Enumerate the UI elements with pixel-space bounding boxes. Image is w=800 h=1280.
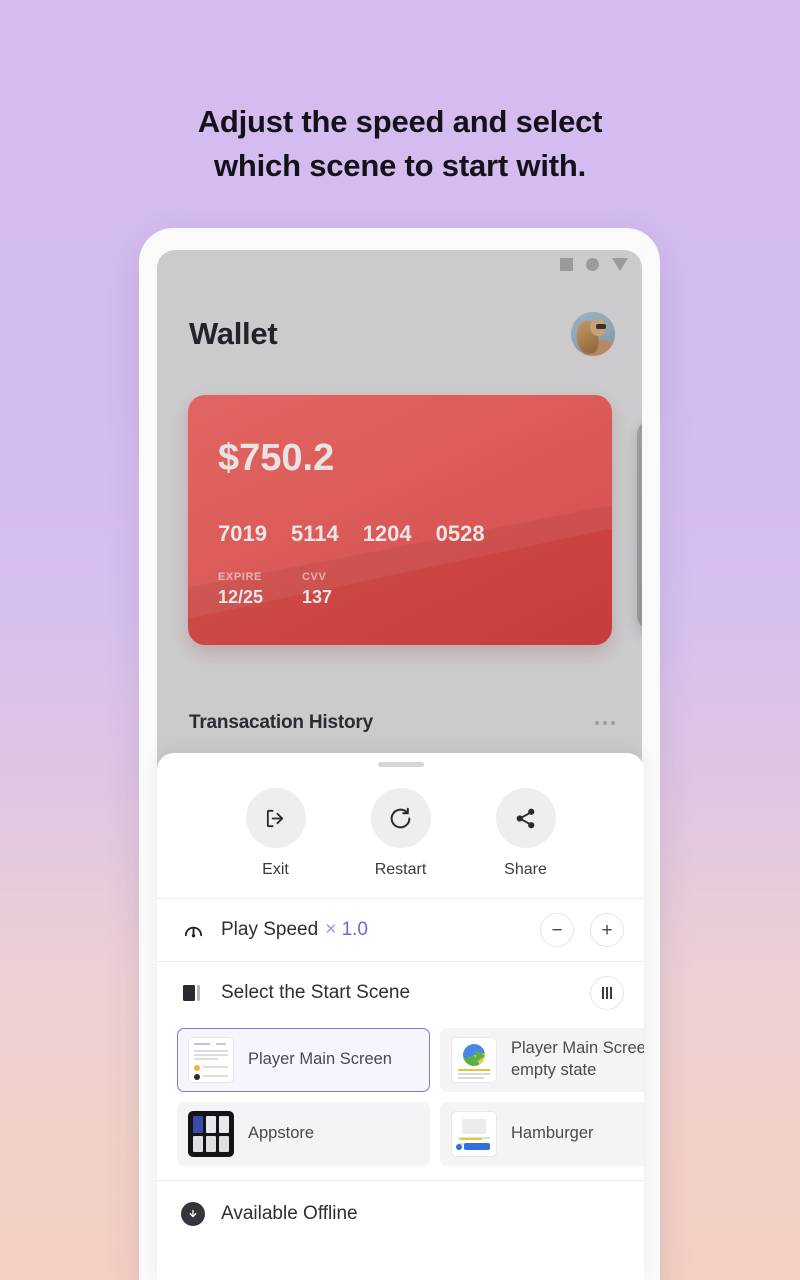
speedometer-icon bbox=[177, 919, 209, 942]
card-expire: EXPIRE 12/25 bbox=[218, 571, 278, 608]
restart-button-label: Restart bbox=[374, 861, 427, 878]
scene-card-hamburger[interactable]: Hamburger bbox=[440, 1102, 644, 1166]
appstore-grid-thumb bbox=[188, 1111, 234, 1157]
play-speed-label: Play Speed bbox=[221, 919, 319, 940]
circle-icon bbox=[586, 258, 599, 271]
card-expire-label: EXPIRE bbox=[218, 571, 262, 583]
square-icon bbox=[560, 258, 573, 271]
select-start-scene-row: Select the Start Scene bbox=[157, 961, 644, 1024]
scene-card-label: Hamburger bbox=[511, 1124, 594, 1143]
sheet-grabber[interactable] bbox=[377, 762, 424, 767]
triangle-icon bbox=[612, 258, 628, 271]
card-cvv-label: CVV bbox=[302, 571, 327, 583]
status-bar bbox=[560, 258, 628, 271]
columns-icon[interactable] bbox=[590, 976, 624, 1010]
scene-card-label: Player Main Screen bbox=[248, 1050, 392, 1069]
available-offline-label: Available Offline bbox=[221, 1202, 358, 1224]
bottom-sheet: Exit Restart Share Play Speed × 1.0 − + … bbox=[157, 753, 644, 1280]
exit-icon bbox=[245, 788, 306, 848]
restart-button[interactable]: Restart bbox=[358, 788, 444, 879]
card-balance: $750.2 bbox=[218, 437, 335, 479]
document-thumb bbox=[188, 1037, 234, 1083]
hamburger-thumb bbox=[451, 1111, 497, 1157]
share-button-label: Share bbox=[504, 861, 547, 878]
card-carousel: $750.2 7019 5114 1204 0528 EXPIRE 12/25 … bbox=[157, 395, 642, 660]
credit-card-primary[interactable]: $750.2 7019 5114 1204 0528 EXPIRE 12/25 … bbox=[188, 395, 612, 645]
card-cvv-value: 137 bbox=[302, 587, 333, 607]
scene-card-label: Player Main Screen empty state bbox=[511, 1039, 644, 1079]
page-title-line-1: Adjust the speed and select bbox=[197, 104, 603, 139]
scene-card-player-main-screen[interactable]: Player Main Screen bbox=[177, 1028, 430, 1092]
exit-button[interactable]: Exit bbox=[233, 788, 319, 879]
transaction-history-header: Transacation History bbox=[189, 712, 615, 734]
card-number: 7019 5114 1204 0528 bbox=[218, 521, 485, 547]
page-title-line-2: which scene to start with. bbox=[213, 148, 587, 184]
wallet-header: Wallet bbox=[189, 312, 615, 356]
increase-speed-button[interactable]: + bbox=[590, 913, 624, 947]
decrease-speed-button[interactable]: − bbox=[540, 913, 574, 947]
play-speed-row: Play Speed × 1.0 − + bbox=[157, 898, 644, 961]
multiply-symbol: × bbox=[325, 919, 337, 940]
exit-button-label: Exit bbox=[262, 861, 289, 878]
avatar[interactable] bbox=[571, 312, 615, 356]
scene-card-label: Appstore bbox=[248, 1124, 315, 1143]
card-number-group: 0528 bbox=[435, 521, 485, 546]
card-number-group: 7019 bbox=[218, 521, 267, 546]
select-start-scene-label: Select the Start Scene bbox=[221, 982, 411, 1003]
card-cvv: CVV 137 bbox=[302, 571, 362, 608]
card-expire-value: 12/25 bbox=[218, 587, 264, 607]
scene-grid: Player Main Screen Player Main Screen em… bbox=[157, 1024, 644, 1180]
play-speed-number: 1.0 bbox=[341, 919, 368, 940]
restart-icon bbox=[370, 788, 431, 848]
scene-icon bbox=[177, 983, 209, 1003]
play-speed-value: × 1.0 bbox=[325, 919, 368, 941]
more-horizontal-icon[interactable] bbox=[595, 721, 615, 725]
card-number-group: 1204 bbox=[362, 521, 412, 546]
scene-card-player-main-screen-empty-state[interactable]: Player Main Screen empty state bbox=[440, 1028, 644, 1092]
sunglasses-icon bbox=[596, 324, 606, 329]
card-meta: EXPIRE 12/25 CVV 137 bbox=[218, 571, 362, 608]
available-offline-row[interactable]: Available Offline bbox=[157, 1180, 644, 1246]
pie-chart-thumb bbox=[451, 1037, 497, 1083]
share-icon bbox=[495, 788, 556, 848]
wallet-title: Wallet bbox=[189, 316, 278, 351]
scene-card-appstore[interactable]: Appstore bbox=[177, 1102, 430, 1166]
action-buttons: Exit Restart Share bbox=[213, 788, 588, 879]
share-button[interactable]: Share bbox=[483, 788, 569, 879]
transaction-history-title: Transacation History bbox=[189, 712, 373, 733]
page-title: Adjust the speed and select which scene … bbox=[0, 100, 800, 188]
download-circle-icon bbox=[177, 1201, 209, 1226]
card-number-group: 5114 bbox=[290, 521, 339, 546]
credit-card-secondary[interactable] bbox=[637, 419, 642, 631]
